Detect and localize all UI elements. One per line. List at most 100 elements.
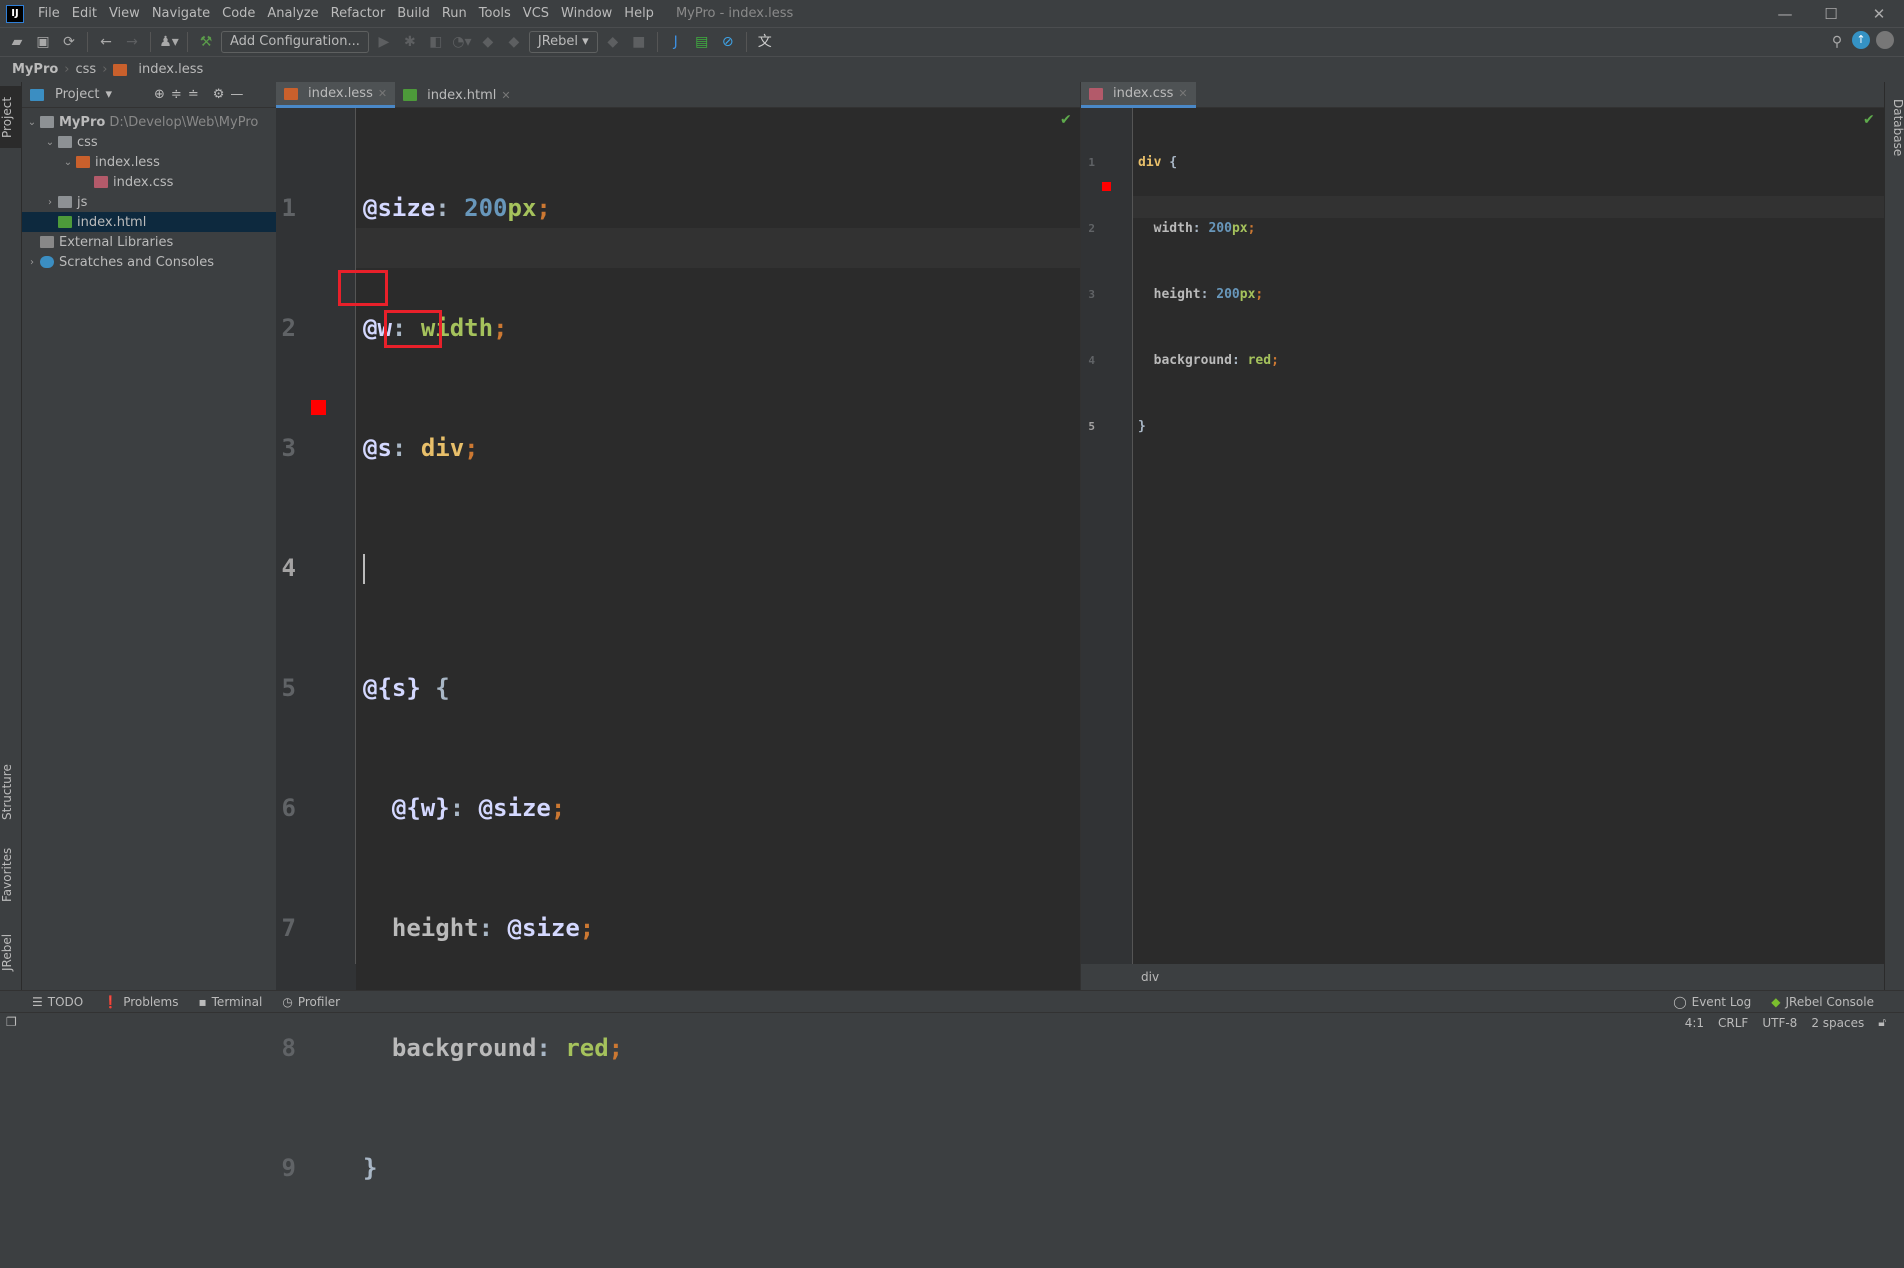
code-area[interactable]: div { width: 200px; height: 200px; backg…: [1138, 108, 1279, 482]
tree-item-scratches[interactable]: › Scratches and Consoles: [22, 252, 276, 272]
jrebel-combo[interactable]: JRebel ▾: [528, 31, 598, 53]
structure-tool-tab[interactable]: Structure: [0, 752, 22, 832]
open-folder-icon[interactable]: ▰: [6, 31, 28, 53]
todo-tool-button[interactable]: ☰ TODO: [22, 995, 93, 1009]
search-icon[interactable]: ⚲: [1826, 31, 1848, 53]
jclasslib-icon[interactable]: J: [665, 31, 687, 53]
menu-vcs[interactable]: VCS: [517, 6, 555, 21]
tab-index-html[interactable]: index.html ✕: [395, 82, 519, 108]
jrebel-run-icon[interactable]: ◆: [477, 31, 499, 53]
tree-item-external-libraries[interactable]: External Libraries: [22, 232, 276, 252]
project-view-selector[interactable]: Project: [55, 87, 99, 102]
code-area[interactable]: @size: 200px; @w: width; @s: div; @{s} {…: [363, 108, 623, 1268]
tree-label: Scratches and Consoles: [59, 254, 215, 270]
tree-item-index-css[interactable]: index.css: [22, 172, 276, 192]
less-editor[interactable]: index.less ✕ index.html ✕ 1 2 3 4 5 6 7 8 …: [276, 82, 1080, 1182]
favorites-tool-tab[interactable]: Favorites: [0, 834, 22, 916]
no-entry-icon[interactable]: ⊘: [717, 31, 739, 53]
tree-item-mypro[interactable]: ⌄ MyPro D:\Develop\Web\MyPro: [22, 112, 276, 132]
tab-index-css[interactable]: index.css ✕: [1081, 82, 1196, 108]
menu-window[interactable]: Window: [555, 6, 618, 21]
color-swatch-red[interactable]: [1102, 182, 1111, 191]
menu-file[interactable]: File: [32, 6, 66, 21]
minimize-icon[interactable]: —: [1762, 0, 1808, 28]
breadcrumb-selector[interactable]: div: [1141, 970, 1159, 984]
avatar[interactable]: [1876, 31, 1894, 49]
jrebel-console-button[interactable]: ◆ JRebel Console: [1761, 995, 1904, 1009]
caret-position[interactable]: 4:1: [1685, 1016, 1704, 1030]
menu-navigate[interactable]: Navigate: [146, 6, 216, 21]
event-log-icon: ◯: [1673, 994, 1687, 1009]
chevron-down-icon[interactable]: ▾: [105, 87, 112, 102]
menu-view[interactable]: View: [103, 6, 146, 21]
back-icon[interactable]: ←: [95, 31, 117, 53]
close-tab-icon[interactable]: ✕: [1178, 87, 1187, 100]
monitor-icon[interactable]: ▤: [691, 31, 713, 53]
menu-run[interactable]: Run: [436, 6, 473, 21]
forward-icon[interactable]: →: [121, 31, 143, 53]
jrebel-tool-tab[interactable]: JRebel: [0, 922, 22, 982]
chevron-down-icon[interactable]: ⌄: [60, 157, 76, 168]
tree-item-index-less[interactable]: ⌄ index.less: [22, 152, 276, 172]
problems-tool-button[interactable]: ❗ Problems: [93, 995, 188, 1009]
expand-all-icon[interactable]: ≑: [171, 87, 182, 102]
debug-icon[interactable]: ✱: [399, 31, 421, 53]
scratches-icon: [40, 256, 54, 268]
jrebel-debug-icon[interactable]: ◆: [503, 31, 525, 53]
vcs-user-icon[interactable]: ♟▾: [158, 31, 180, 53]
breadcrumb-folder[interactable]: css: [75, 62, 96, 77]
menu-build[interactable]: Build: [391, 6, 436, 21]
breadcrumb-project[interactable]: MyPro: [12, 62, 58, 77]
collapse-all-icon[interactable]: ≐: [188, 87, 199, 102]
breadcrumb-file[interactable]: index.less: [138, 62, 203, 77]
project-tool-tab[interactable]: Project: [0, 86, 22, 148]
add-configuration-button[interactable]: Add Configuration...: [221, 31, 369, 53]
hide-icon[interactable]: —: [230, 87, 243, 102]
file-encoding[interactable]: UTF-8: [1762, 1016, 1797, 1030]
menu-refactor[interactable]: Refactor: [325, 6, 392, 21]
line-separator[interactable]: CRLF: [1718, 1016, 1748, 1030]
chevron-right-icon: ›: [64, 62, 70, 77]
line-numbers: 1 2 3 4 5 6 7 8 9: [276, 108, 296, 1268]
stop-icon[interactable]: ■: [628, 31, 650, 53]
tree-item-css[interactable]: ⌄ css: [22, 132, 276, 152]
build-hammer-icon[interactable]: ⚒: [195, 31, 217, 53]
indent-setting[interactable]: 2 spaces: [1811, 1016, 1864, 1030]
tab-index-less[interactable]: index.less ✕: [276, 82, 396, 108]
chevron-down-icon[interactable]: ⌄: [24, 117, 40, 128]
chevron-right-icon[interactable]: ›: [24, 257, 40, 268]
close-tab-icon[interactable]: ✕: [501, 89, 510, 102]
event-log-button[interactable]: ◯ Event Log: [1663, 995, 1761, 1009]
menu-analyze[interactable]: Analyze: [261, 6, 324, 21]
chevron-down-icon[interactable]: ⌄: [42, 137, 58, 148]
lock-icon[interactable]: 🔓︎: [1878, 1015, 1886, 1030]
database-tool-tab[interactable]: Database: [1885, 88, 1904, 168]
maximize-icon[interactable]: ☐: [1808, 0, 1854, 28]
color-swatch-red[interactable]: [311, 400, 326, 415]
menu-edit[interactable]: Edit: [66, 6, 103, 21]
close-tab-icon[interactable]: ✕: [378, 87, 387, 100]
coverage-icon[interactable]: ◧: [425, 31, 447, 53]
locate-icon[interactable]: ⊕: [154, 87, 165, 102]
profile-icon[interactable]: ◔▾: [451, 31, 473, 53]
menu-help[interactable]: Help: [618, 6, 660, 21]
save-icon[interactable]: ▣: [32, 31, 54, 53]
css-editor[interactable]: index.css ✕ 1 2 3 4 5 div { width: 200px;…: [1080, 82, 1885, 990]
profiler-tool-button[interactable]: ◷ Profiler: [272, 995, 350, 1009]
tool-windows-toggle-icon[interactable]: ❐: [6, 1015, 17, 1029]
run-icon[interactable]: ▶: [373, 31, 395, 53]
jrebel-update-icon[interactable]: ◆: [602, 31, 624, 53]
terminal-tool-button[interactable]: ▪ Terminal: [189, 995, 273, 1009]
token: red: [565, 1034, 609, 1062]
tree-item-index-html[interactable]: index.html: [22, 212, 276, 232]
translate-icon[interactable]: 文: [754, 31, 776, 53]
divider: [87, 32, 88, 52]
gear-icon[interactable]: ⚙: [213, 87, 225, 102]
menu-tools[interactable]: Tools: [473, 6, 517, 21]
tree-item-js[interactable]: › js: [22, 192, 276, 212]
close-window-icon[interactable]: ✕: [1856, 0, 1902, 28]
sync-icon[interactable]: ⟳: [58, 31, 80, 53]
update-icon[interactable]: ↑: [1852, 31, 1870, 49]
menu-code[interactable]: Code: [216, 6, 261, 21]
chevron-right-icon[interactable]: ›: [42, 197, 58, 208]
